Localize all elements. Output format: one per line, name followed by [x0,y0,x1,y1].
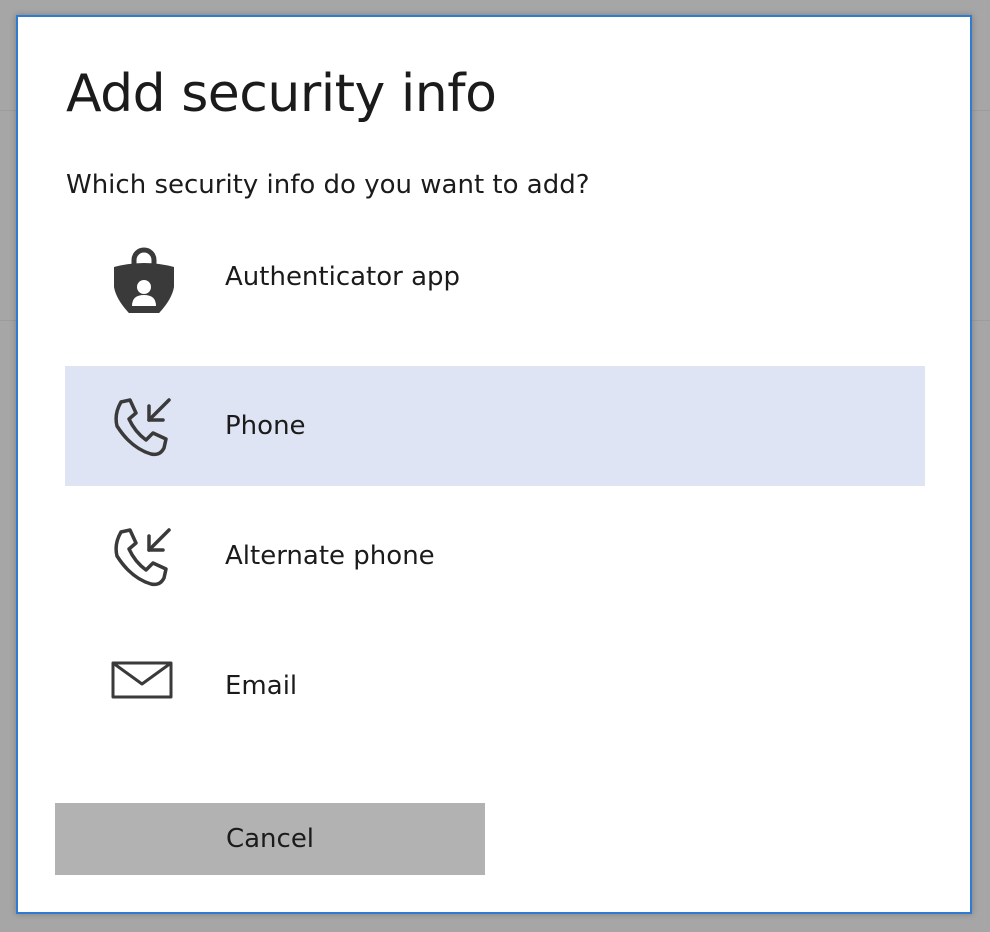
option-email[interactable]: Email [65,626,925,746]
option-authenticator-app[interactable]: Authenticator app [65,217,925,337]
option-label: Authenticator app [225,262,461,292]
option-label: Alternate phone [225,541,435,571]
dialog-title: Add security info [66,64,497,124]
phone-incoming-icon [111,526,177,592]
envelope-icon [111,656,177,722]
add-security-info-dialog: Add security info Which security info do… [16,15,972,914]
option-phone[interactable]: Phone [65,366,925,486]
authenticator-shield-icon [111,247,177,327]
option-label: Phone [225,411,306,441]
cancel-button[interactable]: Cancel [55,803,485,875]
option-alternate-phone[interactable]: Alternate phone [65,496,925,616]
dialog-prompt: Which security info do you want to add? [66,170,590,200]
option-label: Email [225,671,298,701]
phone-incoming-icon [111,396,177,462]
